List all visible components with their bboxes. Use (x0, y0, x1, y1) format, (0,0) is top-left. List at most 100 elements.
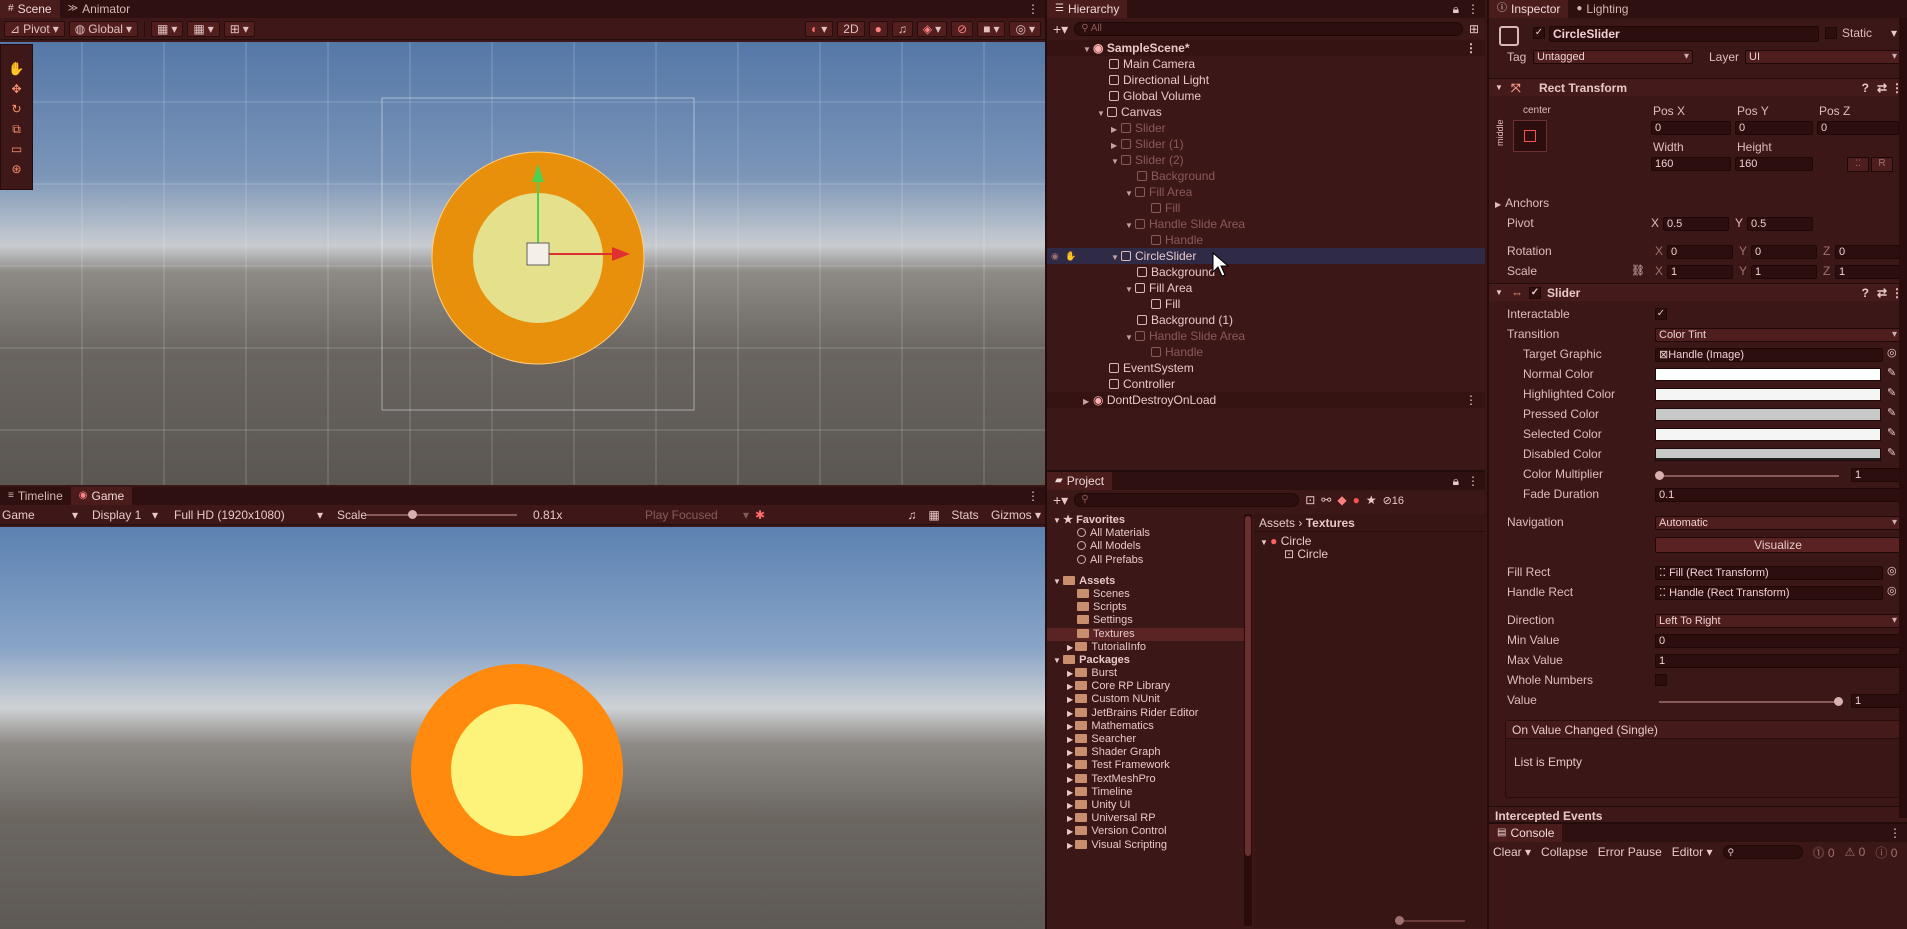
grid-snap-button[interactable]: ▦ ▾ (150, 20, 184, 37)
hierarchy-item-circleslider[interactable]: ◉ ✋ ▼ CircleSlider (1047, 248, 1485, 264)
global-button[interactable]: ◍ Global ▾ (68, 20, 138, 37)
expand-arrow-icon[interactable]: ▼ (1053, 516, 1063, 525)
pivot-button[interactable]: ⊿ Pivot ▾ (4, 20, 65, 37)
enabled-checkbox[interactable]: ✓ (1529, 287, 1541, 299)
object-picker-icon[interactable]: ◎ (1887, 564, 1897, 577)
more-menu-icon[interactable]: ⋮ (1027, 2, 1045, 16)
editor-dropdown[interactable]: Editor ▾ (1672, 845, 1713, 859)
object-picker-icon[interactable]: ◎ (1887, 584, 1897, 597)
display-dropdown[interactable]: Display 1 ▾ (82, 508, 162, 522)
min-value-field[interactable]: 0 (1655, 634, 1901, 648)
folder-tutorialinfo[interactable]: ▶ TutorialInfo (1047, 641, 1244, 654)
hidden-packages-toggle[interactable]: ⊘16 (1383, 494, 1404, 507)
expand-arrow-icon[interactable]: ▼ (1495, 79, 1503, 97)
hierarchy-item-background-1[interactable]: Background (1) (1047, 312, 1485, 328)
constrain-proportions-icon[interactable]: ⛓ (1631, 264, 1645, 277)
more-menu-icon[interactable]: ⋮ (1889, 826, 1907, 840)
package-unity-ui[interactable]: ▶ Unity UI (1047, 799, 1244, 812)
width-field[interactable]: 160 (1651, 157, 1731, 171)
more-menu-icon[interactable]: ⋮ (1465, 392, 1477, 408)
color-multiplier-field[interactable]: 1 (1851, 468, 1901, 482)
pivot-x-field[interactable]: 0.5 (1663, 217, 1729, 231)
hierarchy-search[interactable]: ⚲ All (1074, 22, 1463, 36)
normal-color-swatch[interactable] (1655, 368, 1881, 381)
package-core-rp-library[interactable]: ▶ Core RP Library (1047, 680, 1244, 693)
folder-settings[interactable]: Settings (1047, 614, 1244, 627)
more-menu-icon[interactable]: ⋮ (1465, 40, 1477, 56)
bug-icon[interactable]: ✱ (755, 508, 775, 522)
eyedropper-icon[interactable]: ✎ (1887, 446, 1896, 459)
hierarchy-item-slider-2[interactable]: ▼ Slider (2) (1047, 152, 1485, 168)
blueprint-mode-button[interactable]: ⁚⁚ (1847, 157, 1869, 172)
expand-arrow-icon[interactable]: ▶ (1067, 814, 1075, 823)
expand-arrow-icon[interactable]: ▶ (1067, 735, 1075, 744)
anchor-preset-button[interactable] (1513, 120, 1547, 152)
assets-header[interactable]: ▼ Assets (1047, 575, 1244, 588)
tab-project[interactable]: ▰ Project (1047, 472, 1113, 490)
transform-tool-icon[interactable]: ⊛ (1, 159, 32, 179)
layer-dropdown[interactable]: UI (1745, 50, 1901, 64)
draw-mode-button[interactable]: ◐ ▾ (805, 20, 834, 37)
pos-z-field[interactable]: 0 (1817, 121, 1899, 135)
clear-button[interactable]: Clear ▾ (1493, 845, 1531, 859)
package-textmeshpro[interactable]: ▶ TextMeshPro (1047, 773, 1244, 786)
highlighted-color-swatch[interactable] (1655, 388, 1881, 401)
increment-snap-button[interactable]: ⊞ ▾ (223, 20, 255, 37)
expand-arrow-icon[interactable]: ▼ (1053, 577, 1063, 586)
expand-arrow-icon[interactable]: ▶ (1067, 669, 1075, 678)
game-viewport[interactable] (0, 527, 1045, 929)
package-universal-rp[interactable]: ▶ Universal RP (1047, 812, 1244, 825)
expand-arrow-icon[interactable]: ▶ (1067, 748, 1075, 757)
hierarchy-item-background[interactable]: Background (1047, 168, 1485, 184)
eyedropper-icon[interactable]: ✎ (1887, 426, 1896, 439)
more-menu-icon[interactable]: ⋮ (1467, 474, 1485, 488)
package-test-framework[interactable]: ▶ Test Framework (1047, 759, 1244, 772)
collapse-toggle[interactable]: Collapse (1541, 845, 1588, 859)
height-field[interactable]: 160 (1735, 157, 1813, 171)
error-count[interactable]: ⓵ 0 (1813, 844, 1835, 861)
favorite-all-models[interactable]: All Models (1047, 540, 1244, 553)
package-shader-graph[interactable]: ▶ Shader Graph (1047, 746, 1244, 759)
pick-icon[interactable]: ✋ (1065, 248, 1076, 264)
mute-audio-icon[interactable]: ♫ (901, 508, 923, 522)
console-search[interactable]: ⚲ (1722, 845, 1803, 859)
help-icon[interactable]: ? (1862, 284, 1869, 302)
value-slider[interactable] (1659, 697, 1843, 706)
error-pause-toggle[interactable]: Error Pause (1598, 845, 1662, 859)
package-timeline[interactable]: ▶ Timeline (1047, 786, 1244, 799)
inspector-scrollbar[interactable] (1899, 18, 1907, 818)
tab-hierarchy[interactable]: ☰ Hierarchy (1047, 0, 1128, 18)
resolution-dropdown[interactable]: Full HD (1920x1080) ▾ (162, 508, 327, 522)
package-jetbrains-rider-editor[interactable]: ▶ JetBrains Rider Editor (1047, 707, 1244, 720)
package-burst[interactable]: ▶ Burst (1047, 667, 1244, 680)
visibility-toggle[interactable]: ⊘ (951, 20, 974, 37)
search-by-label-icon[interactable]: ⚯ (1321, 493, 1331, 507)
tab-lighting[interactable]: ● Lighting (1568, 0, 1636, 18)
fill-rect-field[interactable]: ⁚⁚ Fill (Rect Transform) (1655, 566, 1883, 580)
pos-y-field[interactable]: 0 (1735, 121, 1813, 135)
preset-icon[interactable]: ⇄ (1877, 79, 1887, 97)
expand-arrow-icon[interactable]: ▶ (1067, 775, 1075, 784)
active-checkbox[interactable]: ✓ (1533, 27, 1545, 39)
hierarchy-item-slider[interactable]: ▶ Slider (1047, 120, 1485, 136)
camera-button[interactable]: ■ ▾ (977, 20, 1006, 37)
interactable-checkbox[interactable]: ✓ (1655, 308, 1667, 320)
visualize-button[interactable]: Visualize (1655, 537, 1901, 553)
intercepted-events-header[interactable]: Intercepted Events (1489, 806, 1907, 822)
tab-console[interactable]: ▤ Console (1489, 824, 1563, 842)
project-folder-scrollbar[interactable] (1244, 514, 1252, 926)
2d-toggle[interactable]: 2D (837, 20, 865, 37)
log-count[interactable]: ⓘ 0 (1875, 844, 1897, 861)
add-object-button[interactable]: +▾ (1053, 21, 1068, 38)
hierarchy-item-handle[interactable]: Handle (1047, 344, 1485, 360)
breadcrumb-textures[interactable]: Textures (1306, 516, 1355, 530)
rotate-tool-icon[interactable]: ↻ (1, 99, 32, 119)
whole-numbers-checkbox[interactable] (1655, 674, 1667, 686)
object-picker-icon[interactable]: ◎ (1887, 346, 1897, 359)
tab-game[interactable]: ◉ Game (70, 487, 133, 505)
lock-icon[interactable]: 🔒︎ (1453, 474, 1467, 489)
fade-duration-field[interactable]: 0.1 (1655, 488, 1901, 502)
favorites-header[interactable]: ▼ ★ Favorites (1047, 514, 1244, 527)
expand-arrow-icon[interactable]: ▶ (1067, 682, 1075, 691)
breadcrumb-assets[interactable]: Assets (1259, 516, 1295, 530)
